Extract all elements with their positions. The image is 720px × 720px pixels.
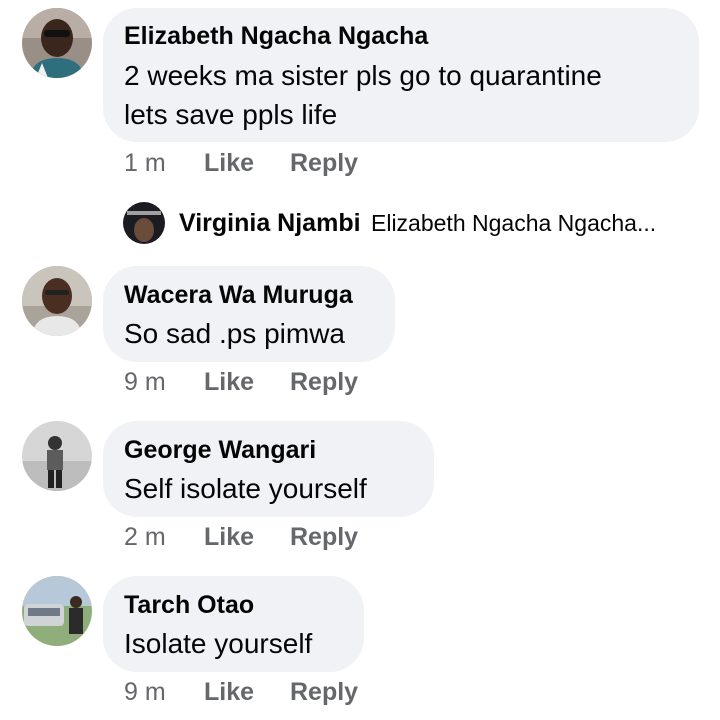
avatar-elizabeth[interactable] [22, 8, 92, 78]
reply-preview-text[interactable]: Elizabeth Ngacha Ngacha... [371, 208, 656, 238]
avatar-virginia-image [123, 202, 165, 244]
comment-timestamp[interactable]: 9 m [124, 367, 166, 397]
reply-button[interactable]: Reply [290, 148, 358, 178]
reply-button[interactable]: Reply [290, 677, 358, 707]
avatar-tarch[interactable] [22, 576, 92, 646]
avatar-virginia[interactable] [123, 202, 165, 244]
comment-author[interactable]: Elizabeth Ngacha Ngacha [124, 21, 428, 51]
like-button[interactable]: Like [204, 677, 254, 707]
comment-text-line: Self isolate yourself [124, 473, 367, 504]
avatar-tarch-image [22, 576, 92, 646]
avatar-wacera[interactable] [22, 266, 92, 336]
comment-text-line: So sad .ps pimwa [124, 318, 345, 349]
comment-author[interactable]: Tarch Otao [124, 590, 254, 620]
like-button[interactable]: Like [204, 522, 254, 552]
reply-author[interactable]: Virginia Njambi [179, 208, 361, 238]
avatar-george[interactable] [22, 421, 92, 491]
comment-timestamp[interactable]: 2 m [124, 522, 166, 552]
comment-author[interactable]: Wacera Wa Muruga [124, 280, 353, 310]
like-button[interactable]: Like [204, 367, 254, 397]
reply-button[interactable]: Reply [290, 522, 358, 552]
comment-text-line: lets save ppls life [124, 99, 338, 130]
comment-text-line: Isolate yourself [124, 628, 313, 659]
comment-text-line: 2 weeks ma sister pls go to quarantine [124, 60, 602, 91]
comment-timestamp[interactable]: 9 m [124, 677, 166, 707]
avatar-george-image [22, 421, 92, 491]
comment-timestamp[interactable]: 1 m [124, 148, 166, 178]
reply-button[interactable]: Reply [290, 367, 358, 397]
avatar-wacera-image [22, 266, 92, 336]
avatar-elizabeth-image [22, 8, 92, 78]
comment-author[interactable]: George Wangari [124, 435, 316, 465]
like-button[interactable]: Like [204, 148, 254, 178]
